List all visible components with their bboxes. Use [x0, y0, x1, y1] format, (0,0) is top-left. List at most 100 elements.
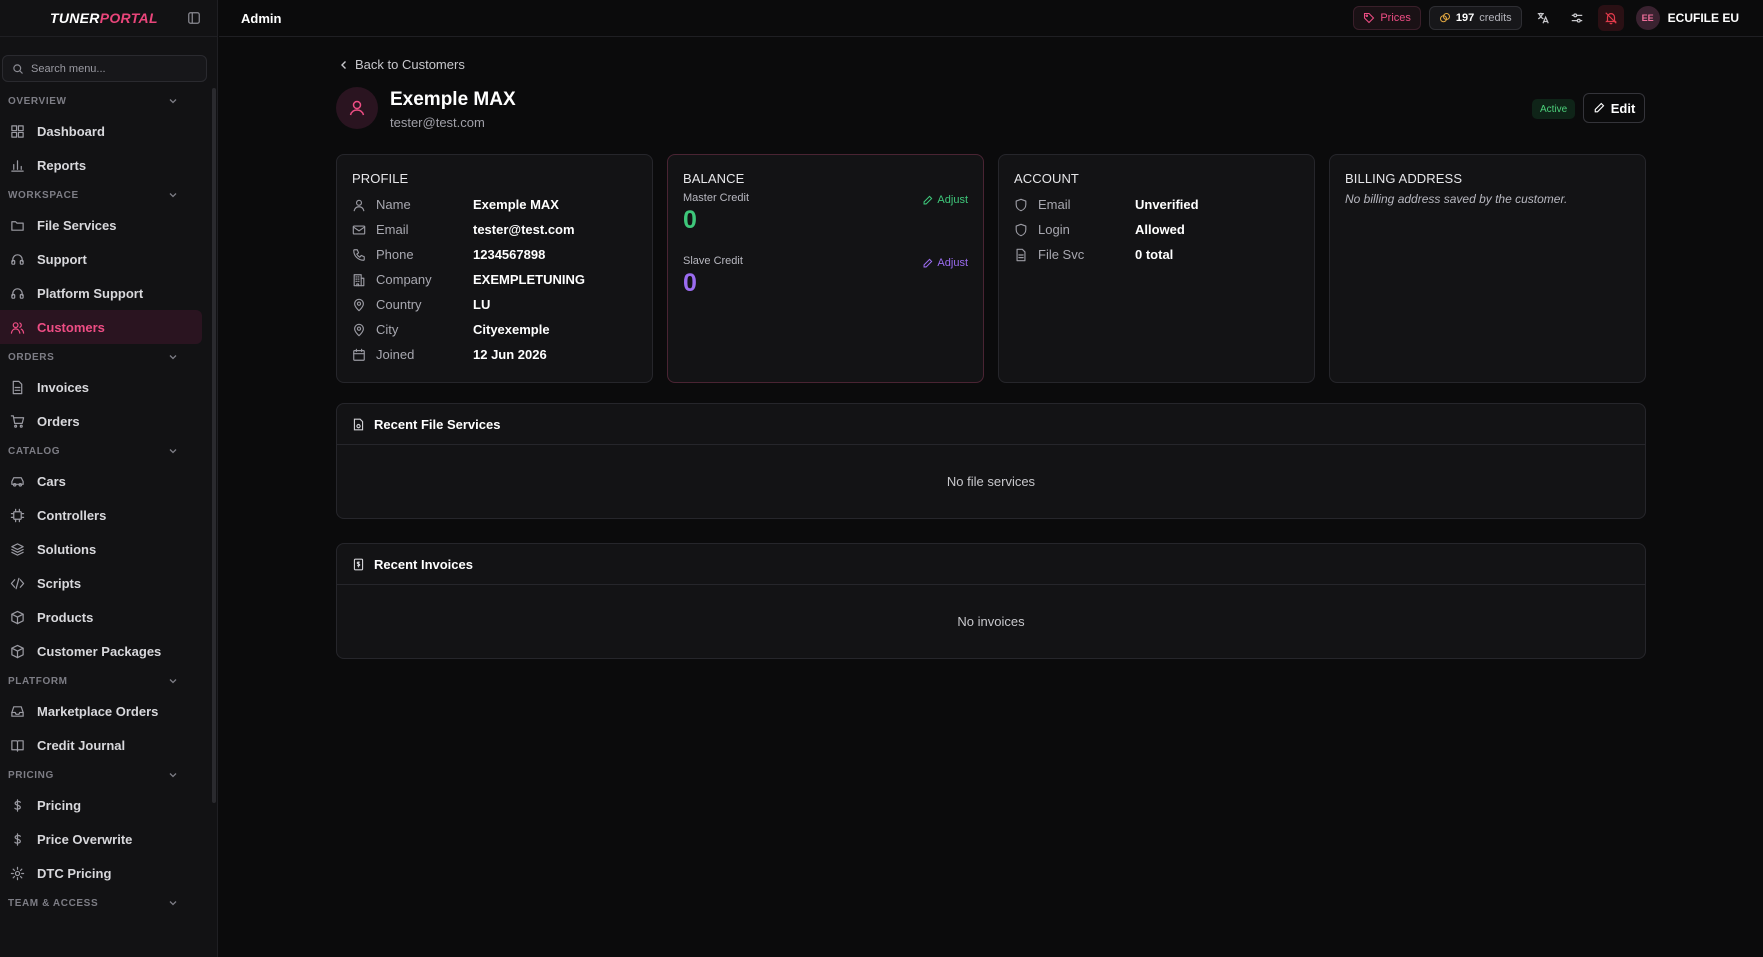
sidebar-item-support[interactable]: Support [0, 242, 202, 276]
building-icon [353, 273, 365, 286]
profile-card: PROFILE Name Exemple MAX Email tester@test.… [336, 154, 653, 383]
shield-icon [1015, 223, 1027, 236]
sidebar-item-dtc-pricing[interactable]: DTC Pricing [0, 856, 202, 890]
bell-off-icon[interactable] [1597, 5, 1624, 31]
grid-icon [11, 124, 24, 138]
account-label: Email [1038, 197, 1071, 212]
back-to-customers-link[interactable]: Back to Customers [339, 57, 465, 72]
billing-card: BILLING ADDRESS No billing address saved… [1329, 154, 1646, 383]
nav-section-overview[interactable]: OVERVIEW [0, 88, 208, 114]
cart-icon [10, 414, 25, 428]
nav-section-orders[interactable]: ORDERS [0, 344, 208, 370]
profile-row-joined: Joined 12 Jun 2026 [352, 342, 637, 367]
sidebar-toggle-icon[interactable] [187, 11, 201, 25]
profile-label: Name [376, 197, 411, 212]
nav-section-team-access[interactable]: TEAM & ACCESS [0, 890, 208, 916]
search-placeholder: Search menu... [31, 62, 106, 75]
shield-icon [1015, 198, 1027, 211]
sidebar-item-customer-packages[interactable]: Customer Packages [0, 634, 202, 668]
sidebar-item-label: Reports [37, 157, 87, 173]
sidebar: TUNERPORTAL Search menu... OVERVIEW Dashb… [0, 0, 218, 957]
settings-sliders-icon[interactable] [1564, 5, 1590, 31]
headset-icon [11, 287, 24, 299]
car-icon [11, 476, 24, 487]
sidebar-item-dashboard[interactable]: Dashboard [0, 114, 202, 148]
sidebar-item-label: Cars [37, 473, 66, 489]
sidebar-item-cars[interactable]: Cars [0, 464, 202, 498]
user-menu[interactable]: EE ECUFILE EU [1635, 6, 1739, 30]
sidebar-item-label: Credit Journal [37, 737, 126, 753]
sidebar-item-file-services[interactable]: File Services [0, 208, 202, 242]
sidebar-item-credit-journal[interactable]: Credit Journal [0, 728, 202, 762]
account-title: ACCOUNT [1014, 171, 1079, 186]
profile-value: LU [473, 297, 491, 312]
sidebar-item-label: Scripts [37, 575, 82, 591]
sidebar-item-platform-support[interactable]: Platform Support [0, 276, 202, 310]
customer-avatar [336, 87, 378, 129]
sidebar-item-label: Solutions [37, 541, 97, 557]
customer-name: Exemple MAX [390, 89, 516, 110]
sidebar-item-scripts[interactable]: Scripts [0, 566, 202, 600]
sidebar-item-products[interactable]: Products [0, 600, 202, 634]
sidebar-item-label: Customers [37, 319, 105, 335]
mail-icon [352, 224, 366, 235]
adjust-slave-button[interactable]: Adjust [922, 257, 968, 269]
sidebar-item-label: File Services [37, 217, 117, 233]
nav-section-platform[interactable]: PLATFORM [0, 668, 208, 694]
file-icon [12, 380, 23, 394]
profile-title: PROFILE [352, 171, 409, 186]
profile-value: tester@test.com [473, 222, 575, 237]
sidebar-item-label: Marketplace Orders [37, 703, 159, 719]
book-icon [11, 739, 24, 752]
account-row-file-svc: File Svc 0 total [1014, 242, 1299, 267]
sidebar-item-controllers[interactable]: Controllers [0, 498, 202, 532]
sidebar-item-price-overwrite[interactable]: Price Overwrite [0, 822, 202, 856]
search-input[interactable]: Search menu... [2, 55, 207, 82]
sidebar-item-label: Platform Support [37, 285, 144, 301]
phone-icon [353, 248, 365, 261]
nav-section-workspace[interactable]: WORKSPACE [0, 182, 208, 208]
credits-button[interactable]: 197 credits [1428, 6, 1522, 30]
sidebar-item-customers[interactable]: Customers [0, 310, 202, 344]
nav-section-catalog[interactable]: CATALOG [0, 438, 208, 464]
sidebar-scrollbar[interactable] [212, 88, 216, 803]
profile-label: Country [376, 297, 422, 312]
chip-icon [10, 508, 25, 522]
account-value: Allowed [1135, 222, 1185, 237]
code-icon [10, 577, 25, 589]
customer-email: tester@test.com [390, 115, 485, 130]
translate-icon[interactable] [1530, 5, 1556, 31]
master-credit-value: 0 [683, 206, 697, 234]
username: ECUFILE EU [1667, 11, 1739, 25]
sidebar-item-invoices[interactable]: Invoices [0, 370, 202, 404]
sidebar-item-solutions[interactable]: Solutions [0, 532, 202, 566]
profile-row-city: City Cityexemple [352, 317, 637, 342]
account-value: Unverified [1135, 197, 1199, 212]
sidebar-item-orders[interactable]: Orders [0, 404, 202, 438]
profile-row-company: Company EXEMPLETUNING [352, 267, 637, 292]
prices-button[interactable]: Prices [1353, 6, 1421, 30]
sidebar-item-pricing[interactable]: Pricing [0, 788, 202, 822]
dollar-icon [14, 798, 21, 812]
recent-file-services-header: Recent File Services [337, 404, 1645, 445]
chevron-down-icon [169, 901, 177, 906]
pencil-icon [923, 195, 933, 204]
user-icon [349, 100, 365, 116]
sidebar-nav: OVERVIEW Dashboard Reports WORKSPACE File Se… [0, 88, 208, 957]
recent-invoices-header: Recent Invoices [337, 544, 1645, 585]
adjust-master-button[interactable]: Adjust [922, 194, 968, 206]
logo[interactable]: TUNERPORTAL [50, 10, 158, 26]
sidebar-item-marketplace-orders[interactable]: Marketplace Orders [0, 694, 202, 728]
billing-empty-text: No billing address saved by the customer… [1345, 192, 1568, 206]
pin-icon [354, 298, 364, 311]
edit-button[interactable]: Edit [1583, 93, 1645, 123]
file-service-icon [353, 418, 364, 430]
master-credit: Master Credit 0 Adjust [683, 192, 968, 253]
sidebar-item-label: Pricing [37, 797, 82, 813]
slave-credit-value: 0 [683, 269, 697, 297]
pin-icon [354, 323, 364, 336]
profile-value: Exemple MAX [473, 197, 559, 212]
profile-label: Phone [376, 247, 414, 262]
nav-section-pricing[interactable]: PRICING [0, 762, 208, 788]
sidebar-item-reports[interactable]: Reports [0, 148, 202, 182]
